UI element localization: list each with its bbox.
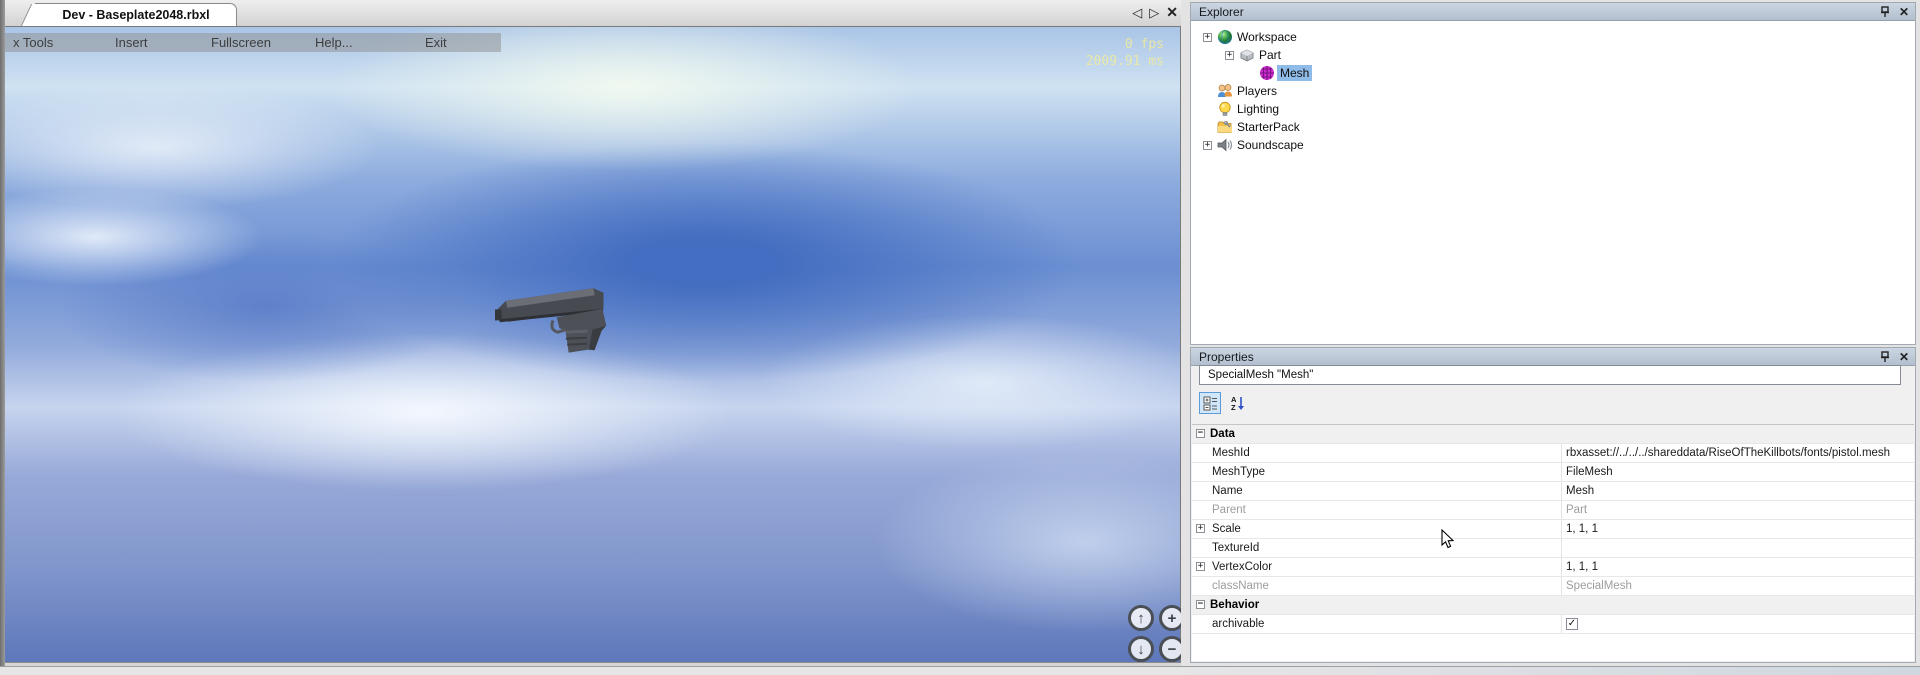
menu-exit[interactable]: Exit [425, 35, 447, 50]
tree-item-lighting[interactable]: Lighting [1191, 100, 1915, 118]
menu-tools[interactable]: x Tools [13, 35, 53, 50]
property-name: className [1212, 580, 1269, 592]
expand-icon[interactable]: + [1203, 33, 1212, 42]
tree-item-workspace[interactable]: + Workspace [1191, 28, 1915, 46]
property-row-parent: Parent Part [1192, 501, 1914, 520]
menu-help[interactable]: Help... [315, 35, 353, 50]
document-tab-bar: Dev - Baseplate2048.rbxl ◁ ▷ ✕ [5, 0, 1186, 26]
document-title: Dev - Baseplate2048.rbxl [62, 8, 209, 22]
tree-item-mesh[interactable]: Mesh [1191, 64, 1915, 82]
menu-fullscreen[interactable]: Fullscreen [211, 35, 271, 50]
performance-overlay: 0 fps 2009.91 ms [1086, 36, 1164, 70]
fps-counter: 0 fps [1086, 36, 1164, 53]
scroll-tabs-left-icon[interactable]: ◁ [1132, 5, 1142, 20]
explorer-panel: Explorer ✕ + Workspace + Part [1190, 2, 1916, 345]
properties-panel: Properties ✕ SpecialMesh "Mesh" AZ − Dat… [1190, 347, 1916, 663]
collapse-icon[interactable]: − [1196, 429, 1205, 438]
status-strip [0, 666, 1920, 675]
expand-icon[interactable]: + [1196, 562, 1205, 571]
property-row-archivable[interactable]: archivable ✓ [1192, 615, 1914, 634]
section-label: Behavior [1210, 599, 1259, 611]
explorer-panel-header: Explorer ✕ [1191, 3, 1915, 21]
property-value: SpecialMesh [1566, 580, 1632, 592]
mesh-icon [1259, 65, 1275, 81]
studio-window: Dev - Baseplate2048.rbxl ◁ ▷ ✕ x Tools I… [0, 0, 1186, 666]
tree-item-starterpack[interactable]: StarterPack [1191, 118, 1915, 136]
properties-title: Properties [1199, 350, 1254, 364]
property-name: MeshType [1212, 466, 1265, 478]
tree-item-part[interactable]: + Part [1191, 46, 1915, 64]
players-icon [1217, 83, 1233, 99]
property-name: archivable [1212, 618, 1264, 630]
section-row-behavior[interactable]: − Behavior [1192, 596, 1914, 615]
menu-insert[interactable]: Insert [115, 35, 148, 50]
alphabetical-sort-button[interactable]: AZ [1227, 392, 1249, 414]
pistol-mesh-object[interactable] [495, 283, 627, 359]
frame-time: 2009.91 ms [1086, 53, 1164, 70]
property-row-scale[interactable]: + Scale 1, 1, 1 [1192, 520, 1914, 539]
window-controls: ◁ ▷ ✕ [1132, 5, 1178, 20]
tree-label[interactable]: Lighting [1234, 101, 1282, 117]
property-row-meshid[interactable]: MeshId rbxasset://../../../shareddata/Ri… [1192, 444, 1914, 463]
property-name: Name [1212, 485, 1243, 497]
property-value[interactable]: 1, 1, 1 [1566, 561, 1598, 573]
property-value[interactable]: rbxasset://../../../shareddata/RiseOfThe… [1566, 447, 1890, 459]
tilt-up-button[interactable]: ↑ [1128, 605, 1154, 631]
archivable-checkbox[interactable]: ✓ [1566, 618, 1578, 630]
property-row-textureid[interactable]: TextureId [1192, 539, 1914, 558]
property-row-meshtype[interactable]: MeshType FileMesh [1192, 463, 1914, 482]
svg-text:Z: Z [1231, 403, 1236, 411]
scroll-tabs-right-icon[interactable]: ▷ [1149, 5, 1159, 20]
property-grid: − Data MeshId rbxasset://../../../shared… [1192, 424, 1914, 661]
tree-label-selected[interactable]: Mesh [1277, 65, 1312, 81]
section-row-data[interactable]: − Data [1192, 425, 1914, 444]
3d-viewport[interactable]: x Tools Insert Fullscreen Help... Exit 0… [5, 26, 1181, 663]
categorized-view-button[interactable] [1199, 392, 1221, 414]
properties-close-icon[interactable]: ✕ [1899, 349, 1909, 365]
property-value[interactable]: 1, 1, 1 [1566, 523, 1598, 535]
tree-label[interactable]: Soundscape [1234, 137, 1307, 153]
property-name: TextureId [1212, 542, 1259, 554]
property-value: Part [1566, 504, 1587, 516]
property-row-classname: className SpecialMesh [1192, 577, 1914, 596]
explorer-title: Explorer [1199, 5, 1244, 19]
explorer-close-icon[interactable]: ✕ [1899, 4, 1909, 20]
soundscape-icon [1217, 137, 1233, 153]
tree-label[interactable]: Workspace [1234, 29, 1300, 45]
property-row-name[interactable]: Name Mesh [1192, 482, 1914, 501]
pin-icon[interactable] [1880, 351, 1890, 363]
lighting-icon [1217, 101, 1233, 117]
collapse-icon[interactable]: − [1196, 600, 1205, 609]
starterpack-icon [1217, 119, 1233, 135]
property-name: Parent [1212, 504, 1246, 516]
property-name: MeshId [1212, 447, 1250, 459]
tilt-down-button[interactable]: ↓ [1128, 636, 1154, 662]
property-value[interactable]: Mesh [1566, 485, 1594, 497]
property-name: Scale [1212, 523, 1241, 535]
section-label: Data [1210, 428, 1235, 440]
document-tab[interactable]: Dev - Baseplate2048.rbxl [35, 3, 237, 26]
tree-item-players[interactable]: Players [1191, 82, 1915, 100]
explorer-tree: + Workspace + Part Mesh [1191, 21, 1915, 344]
properties-panel-header: Properties ✕ [1191, 348, 1915, 366]
properties-toolbar: AZ [1199, 392, 1249, 414]
pin-icon[interactable] [1880, 6, 1890, 18]
expand-icon[interactable]: + [1225, 51, 1234, 60]
tree-label[interactable]: Part [1256, 47, 1284, 63]
selected-object-box[interactable]: SpecialMesh "Mesh" [1199, 365, 1901, 385]
selected-object-label: SpecialMesh "Mesh" [1208, 369, 1313, 381]
tree-label[interactable]: StarterPack [1234, 119, 1303, 135]
game-menubar: x Tools Insert Fullscreen Help... Exit [5, 33, 501, 52]
part-icon [1239, 47, 1255, 63]
workspace-icon [1217, 29, 1233, 45]
expand-icon[interactable]: + [1196, 524, 1205, 533]
window-left-edge [0, 0, 5, 666]
tree-label[interactable]: Players [1234, 83, 1280, 99]
property-name: VertexColor [1212, 561, 1272, 573]
property-value[interactable]: FileMesh [1566, 466, 1613, 478]
expand-icon[interactable]: + [1203, 141, 1212, 150]
property-row-vertexcolor[interactable]: + VertexColor 1, 1, 1 [1192, 558, 1914, 577]
close-document-icon[interactable]: ✕ [1166, 5, 1178, 20]
tree-item-soundscape[interactable]: + Soundscape [1191, 136, 1915, 154]
